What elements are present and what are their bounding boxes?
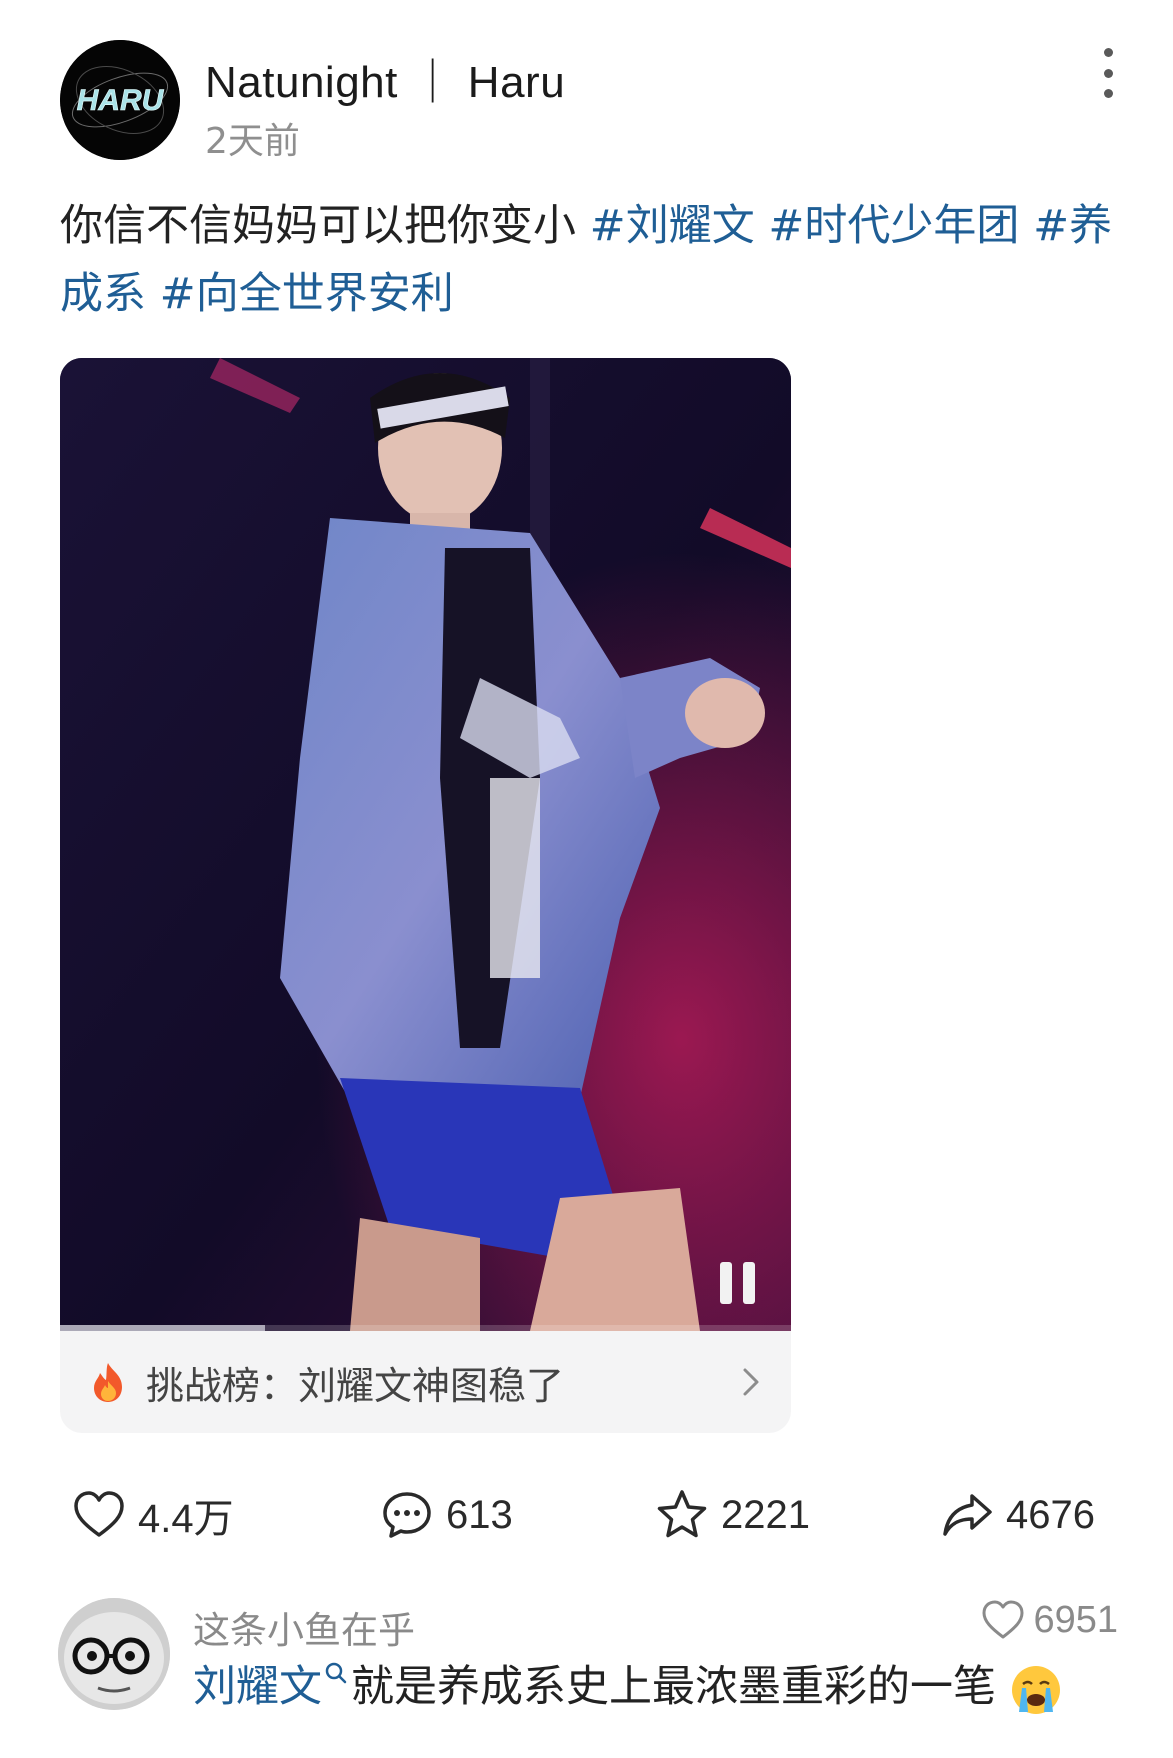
pause-bar-icon — [743, 1262, 755, 1304]
video-frame — [60, 358, 791, 1331]
share-button[interactable]: 4676 — [940, 1480, 1095, 1550]
commenter-avatar-image — [58, 1598, 170, 1710]
star-icon — [657, 1490, 707, 1538]
heart-icon — [982, 1600, 1024, 1639]
comment-icon — [383, 1492, 431, 1538]
post-card: HARU Natunight ｜ Haru 2天前 你信不信妈妈可以把你变小 #… — [0, 0, 1173, 1758]
avatar-logo: HARU — [60, 40, 180, 160]
comment-count: 613 — [446, 1492, 513, 1537]
pause-icon[interactable] — [718, 1262, 758, 1304]
top-comment: 这条小鱼在乎 6951 刘耀文 就是养成系史上最浓墨重彩的一笔 — [0, 1590, 1173, 1758]
hashtag-link[interactable]: #刘耀文 — [590, 201, 755, 251]
hashtag-link[interactable]: #向全世界安利 — [160, 269, 454, 319]
comment-text: 刘耀文 就是养成系史上最浓墨重彩的一笔 — [193, 1652, 1062, 1716]
comment-like-count: 6951 — [1033, 1598, 1118, 1641]
post-body: 你信不信妈妈可以把你变小 #刘耀文 #时代少年团 #养成系 #向全世界安利 — [60, 192, 1120, 328]
more-dot-icon — [1103, 89, 1113, 98]
mention-link[interactable]: 刘耀文 — [193, 1662, 322, 1712]
hashtag-link[interactable]: #时代少年团 — [768, 201, 1019, 251]
author-avatar[interactable]: HARU — [60, 40, 180, 160]
post-actions: 4.4万 613 2221 4676 — [0, 1480, 1173, 1550]
crying-face-emoji — [1011, 1665, 1060, 1714]
comment-button[interactable]: 613 — [380, 1480, 513, 1550]
more-dot-icon — [1103, 48, 1113, 57]
favorite-button[interactable]: 2221 — [655, 1480, 810, 1550]
post-text: 你信不信妈妈可以把你变小 — [60, 201, 576, 251]
more-dot-icon — [1103, 68, 1113, 78]
like-count: 4.4万 — [138, 1497, 234, 1541]
like-button[interactable]: 4.4万 — [72, 1480, 234, 1550]
share-count: 4676 — [1006, 1492, 1095, 1537]
heart-icon — [74, 1491, 124, 1537]
fire-icon — [94, 1363, 122, 1402]
commenter-avatar[interactable] — [58, 1598, 170, 1710]
chevron-right-icon — [743, 1368, 759, 1396]
avatar-logo-text: HARU — [77, 84, 165, 117]
favorite-count: 2221 — [721, 1492, 810, 1537]
author-name[interactable]: Natunight ｜ Haru — [205, 46, 565, 110]
post-time: 2天前 — [205, 121, 300, 162]
commenter-name[interactable]: 这条小鱼在乎 — [193, 1600, 415, 1654]
share-arrow-icon — [943, 1494, 992, 1536]
pause-bar-icon — [720, 1262, 732, 1304]
comment-body: 就是养成系史上最浓墨重彩的一笔 — [351, 1662, 996, 1712]
search-icon — [325, 1662, 347, 1683]
more-options-button[interactable] — [1090, 48, 1126, 98]
comment-like-button[interactable]: 6951 — [981, 1598, 1118, 1642]
challenge-banner[interactable]: 挑战榜：刘耀文神图稳了 — [60, 1331, 791, 1433]
video-player[interactable] — [60, 358, 791, 1331]
challenge-label: 挑战榜：刘耀文神图稳了 — [146, 1363, 565, 1408]
